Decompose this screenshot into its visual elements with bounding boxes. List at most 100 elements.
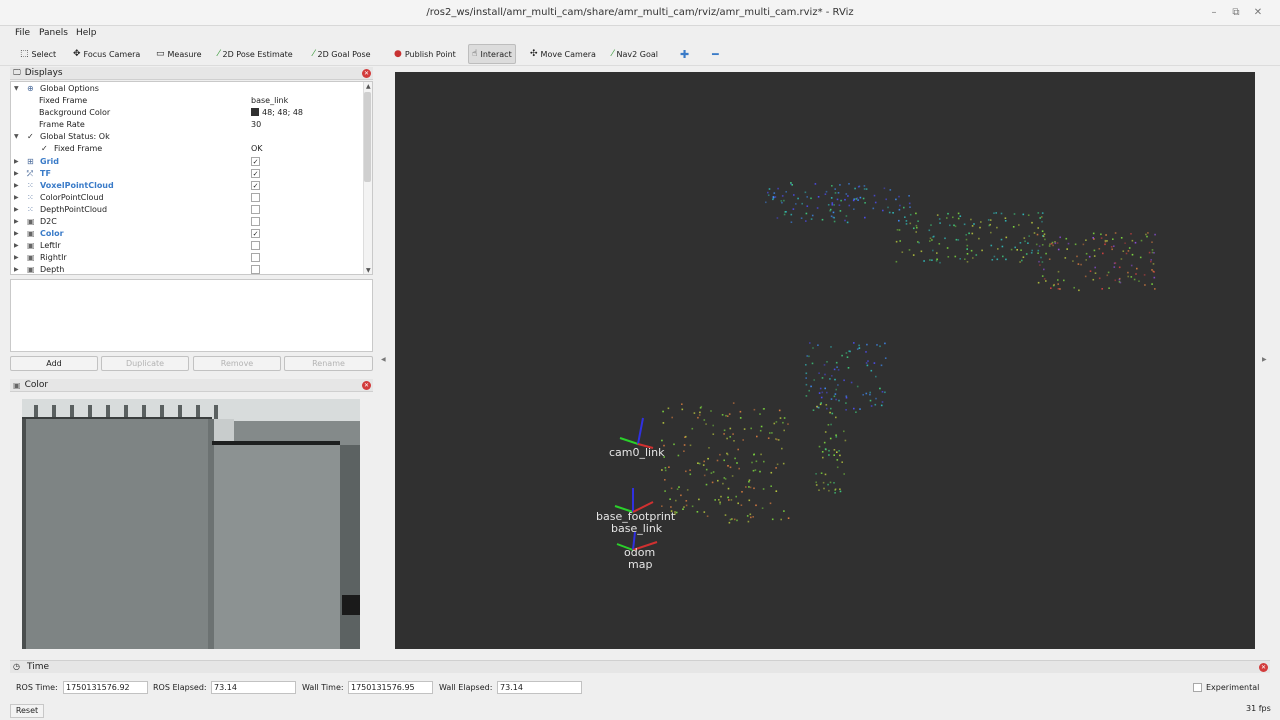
collapse-arrow-icon[interactable]: ▶ (14, 228, 19, 240)
collapse-arrow-icon[interactable]: ▶ (14, 168, 19, 180)
tree-row-d2c[interactable]: ▶ ▣ D2C (11, 216, 363, 228)
remove-display-button[interactable]: Remove (193, 356, 281, 371)
collapse-left-icon[interactable]: ◀ (381, 356, 386, 363)
menu-file[interactable]: File (15, 28, 30, 38)
tree-row-fixed-frame[interactable]: Fixed Frame base_link (11, 95, 363, 107)
maximize-icon[interactable]: ⧉ (1229, 6, 1243, 20)
background-color-value[interactable]: 48; 48; 48 (251, 107, 303, 119)
tree-row-leftir[interactable]: ▶ ▣ LeftIr (11, 240, 363, 252)
pointcloud-point (792, 208, 795, 210)
tree-row-depthpointcloud[interactable]: ▶ ⁙ DepthPointCloud (11, 204, 363, 216)
menu-help[interactable]: Help (76, 28, 97, 38)
pointcloud-point (703, 460, 705, 463)
voxelpointcloud-checkbox[interactable]: ✓ (251, 181, 260, 190)
tree-row-colorpointcloud[interactable]: ▶ ⁙ ColorPointCloud (11, 192, 363, 204)
collapse-arrow-icon[interactable]: ▶ (14, 252, 19, 264)
expand-arrow-icon[interactable]: ▼ (14, 131, 19, 143)
close-panel-icon[interactable]: ✕ (1259, 663, 1268, 672)
menu-panels[interactable]: Panels (39, 28, 68, 38)
tool-measure[interactable]: ▭ Measure (156, 44, 202, 64)
tool-label: Move Camera (540, 49, 596, 59)
pointcloud-point (835, 434, 837, 436)
tool-select[interactable]: ⬚ Select (20, 44, 56, 64)
duplicate-display-button[interactable]: Duplicate (101, 356, 189, 371)
close-panel-icon[interactable]: ✕ (362, 381, 371, 390)
collapse-right-icon[interactable]: ▶ (1262, 356, 1267, 363)
tool-publish-point[interactable]: ● Publish Point (394, 44, 456, 64)
tree-row-frame-rate[interactable]: Frame Rate 30 (11, 119, 363, 131)
tree-row-global-options[interactable]: ▼ ⊕ Global Options (11, 83, 363, 95)
d2c-checkbox[interactable] (251, 217, 260, 226)
pointcloud-point (1037, 227, 1039, 229)
tool-interact[interactable]: ☝ Interact (468, 44, 516, 64)
ros-time-field[interactable]: 1750131576.92 (63, 681, 148, 694)
tree-row-voxelpointcloud[interactable]: ▶ ⁙ VoxelPointCloud ✓ (11, 180, 363, 192)
collapse-arrow-icon[interactable]: ▶ (14, 180, 19, 192)
ros-elapsed-field[interactable]: 73.14 (211, 681, 296, 694)
expand-arrow-icon[interactable]: ▼ (14, 83, 19, 95)
pointcloud-point (898, 219, 900, 222)
pointcloud-point (780, 200, 783, 202)
pointcloud-point (754, 469, 757, 471)
leftir-checkbox[interactable] (251, 241, 260, 250)
pointcloud-point (920, 250, 923, 253)
depth-checkbox[interactable] (251, 265, 260, 274)
tree-row-color[interactable]: ▶ ▣ Color ✓ (11, 228, 363, 240)
fixed-frame-value[interactable]: base_link (251, 95, 288, 107)
collapse-arrow-icon[interactable]: ▶ (14, 204, 19, 216)
collapse-arrow-icon[interactable]: ▶ (14, 264, 19, 274)
tool-move-camera[interactable]: ✣ Move Camera (530, 44, 596, 64)
displays-scrollbar-thumb[interactable] (364, 92, 371, 182)
tree-row-background-color[interactable]: Background Color 48; 48; 48 (11, 107, 363, 119)
depthpointcloud-checkbox[interactable] (251, 205, 260, 214)
remove-tool-button[interactable]: ━ (712, 44, 719, 64)
experimental-checkbox[interactable] (1193, 683, 1202, 692)
tool-2d-goal-pose[interactable]: ⁄ 2D Goal Pose (313, 44, 371, 64)
frame-rate-value[interactable]: 30 (251, 119, 261, 131)
tree-row-tf[interactable]: ▶ ⤱ TF ✓ (11, 168, 363, 180)
render-viewport[interactable]: cam0_link base_footprint base_link odom … (395, 72, 1255, 649)
tree-row-rightir[interactable]: ▶ ▣ RightIr (11, 252, 363, 264)
wall-time-field[interactable]: 1750131576.95 (348, 681, 433, 694)
pointcloud-point (1151, 269, 1153, 271)
add-tool-button[interactable]: ✚ (680, 44, 689, 64)
focus-camera-icon: ✥ (73, 49, 81, 59)
pointcloud-point (847, 367, 850, 369)
pointcloud-point (856, 197, 859, 199)
pointcloud-point (806, 205, 809, 207)
close-icon[interactable]: ✕ (1251, 6, 1265, 20)
add-display-button[interactable]: Add (10, 356, 98, 371)
tree-row-fixed-frame-status[interactable]: ✓ Fixed Frame OK (11, 143, 363, 155)
pointcloud-point (805, 364, 807, 366)
collapse-arrow-icon[interactable]: ▶ (14, 156, 19, 168)
tool-focus-camera[interactable]: ✥ Focus Camera (73, 44, 140, 64)
minimize-icon[interactable]: – (1207, 6, 1221, 20)
pointcloud-point (856, 385, 859, 388)
color-checkbox[interactable]: ✓ (251, 229, 260, 238)
colorpointcloud-checkbox[interactable] (251, 193, 260, 202)
pointcloud-point (818, 372, 820, 374)
rightir-checkbox[interactable] (251, 253, 260, 262)
scroll-down-icon[interactable]: ▼ (366, 267, 371, 274)
scroll-up-icon[interactable]: ▲ (366, 83, 371, 90)
minus-icon: ━ (712, 47, 719, 61)
pointcloud-point (785, 191, 787, 193)
tree-row-depth[interactable]: ▶ ▣ Depth (11, 264, 363, 274)
grid-checkbox[interactable]: ✓ (251, 157, 260, 166)
tree-row-grid[interactable]: ▶ ⊞ Grid ✓ (11, 156, 363, 168)
tool-2d-pose-estimate[interactable]: ⁄ 2D Pose Estimate (218, 44, 293, 64)
pointcloud-point (1005, 236, 1008, 239)
collapse-arrow-icon[interactable]: ▶ (14, 240, 19, 252)
rename-display-button[interactable]: Rename (284, 356, 373, 371)
tree-row-global-status[interactable]: ▼ ✓ Global Status: Ok (11, 131, 363, 143)
collapse-arrow-icon[interactable]: ▶ (14, 192, 19, 204)
close-panel-icon[interactable]: ✕ (362, 69, 371, 78)
pointcloud-point (828, 489, 830, 492)
tool-nav2-goal[interactable]: ⁄ Nav2 Goal (612, 44, 658, 64)
pointcloud-point (903, 206, 905, 209)
wall-elapsed-field[interactable]: 73.14 (497, 681, 582, 694)
collapse-arrow-icon[interactable]: ▶ (14, 216, 19, 228)
tf-checkbox[interactable]: ✓ (251, 169, 260, 178)
pointcloud-point (836, 459, 839, 461)
reset-button[interactable]: Reset (10, 704, 44, 718)
